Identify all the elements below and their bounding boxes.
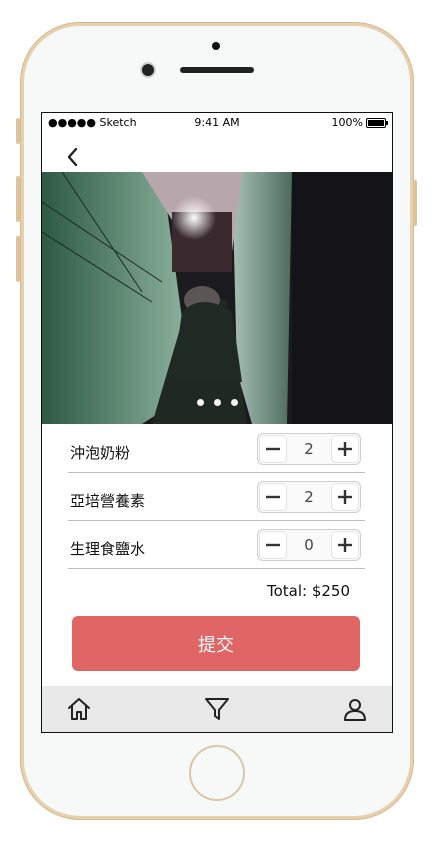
carousel-dot[interactable] xyxy=(230,399,238,406)
item-name: 生理食鹽水 xyxy=(70,540,146,558)
battery-icon xyxy=(366,117,388,128)
item-list: 沖泡奶粉 2 亞培營養素 2 生理食鹽水 0 xyxy=(68,425,365,569)
tab-bar xyxy=(42,686,392,732)
decrement-button[interactable] xyxy=(260,436,286,462)
home-icon xyxy=(68,698,90,720)
minus-icon xyxy=(266,447,280,451)
mute-switch xyxy=(16,118,20,144)
increment-button[interactable] xyxy=(332,484,358,510)
minus-icon xyxy=(266,543,280,547)
front-camera xyxy=(142,64,154,76)
battery-status: 100% xyxy=(331,116,388,129)
quantity-stepper: 2 xyxy=(257,433,361,465)
quantity-stepper: 0 xyxy=(257,529,361,561)
increment-button[interactable] xyxy=(332,436,358,462)
back-button[interactable] xyxy=(64,145,84,169)
increment-button[interactable] xyxy=(332,532,358,558)
home-button[interactable] xyxy=(189,745,245,801)
filter-icon xyxy=(205,698,229,720)
volume-up-button xyxy=(16,176,20,222)
battery-percent: 100% xyxy=(331,116,363,129)
quantity-stepper: 2 xyxy=(257,481,361,513)
power-button xyxy=(413,180,417,226)
proximity-sensor xyxy=(212,42,220,50)
carousel-indicators xyxy=(42,399,392,406)
list-item: 生理食鹽水 0 xyxy=(68,521,365,569)
volume-down-button xyxy=(16,236,20,282)
hero-photo xyxy=(42,172,392,424)
tab-home[interactable] xyxy=(66,696,92,722)
item-name: 沖泡奶粉 xyxy=(70,444,131,462)
earpiece-speaker xyxy=(180,67,254,73)
submit-button[interactable]: 提交 xyxy=(72,616,360,671)
tab-profile[interactable] xyxy=(342,696,368,722)
carousel-dot[interactable] xyxy=(196,399,204,406)
order-total: Total: $250 xyxy=(266,582,350,600)
decrement-button[interactable] xyxy=(260,484,286,510)
tab-filter[interactable] xyxy=(204,696,230,722)
profile-icon xyxy=(344,699,366,721)
decrement-button[interactable] xyxy=(260,532,286,558)
plus-icon xyxy=(338,442,352,456)
minus-icon xyxy=(266,495,280,499)
carousel-dot[interactable] xyxy=(213,399,221,406)
item-name: 亞培營養素 xyxy=(70,492,146,510)
list-item: 亞培營養素 2 xyxy=(68,473,365,521)
chevron-left-icon xyxy=(67,147,78,167)
plus-icon xyxy=(338,538,352,552)
list-item: 沖泡奶粉 2 xyxy=(68,425,365,473)
screen: ●●●●● Sketch 9:41 AM 100% 沖泡奶粉 2 亞培營養素 2… xyxy=(41,112,393,733)
quantity-value: 2 xyxy=(304,440,314,458)
quantity-value: 0 xyxy=(304,536,314,554)
plus-icon xyxy=(338,490,352,504)
status-bar: ●●●●● Sketch 9:41 AM 100% xyxy=(42,113,392,133)
hero-image-carousel[interactable] xyxy=(42,172,392,424)
quantity-value: 2 xyxy=(304,488,314,506)
